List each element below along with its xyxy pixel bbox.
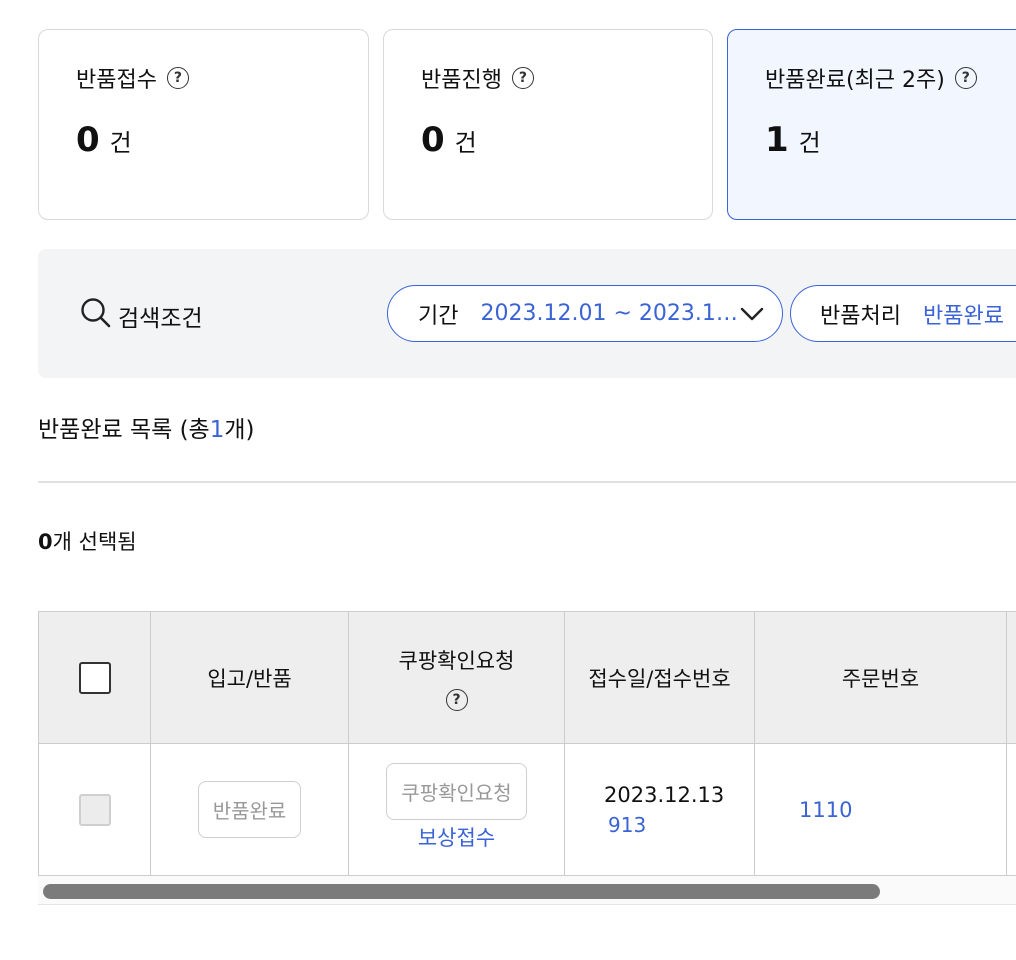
count-unit: 건 [109,129,132,157]
card-count: 0 건 [421,120,477,160]
return-complete-button[interactable]: 반품완료 [197,781,302,838]
header-label: 입고/반품 [207,666,292,691]
header-receipt: 접수일/접수번호 [565,612,755,743]
filter-label: 기간 [418,303,459,329]
card-count: 1 건 [765,120,821,160]
divider [38,481,1016,483]
row-order-cell: 1110 [755,744,1007,875]
filter-value: 반품완료 [922,303,1004,329]
count-unit: 건 [798,129,821,157]
select-all-checkbox[interactable] [78,661,111,694]
status-card-in-progress[interactable]: 반품진행 ? 0 건 [383,29,713,220]
receipt-date: 2023.12.13 [604,782,725,807]
card-count: 0 건 [76,120,132,160]
count-value: 0 [76,120,100,160]
header-confirm-request: 쿠팡확인요청 ? [349,612,565,743]
header-label: 쿠팡확인요청 [398,648,515,673]
filter-period[interactable]: 기간 2023.12.01 ~ 2023.1… [387,285,783,342]
card-title-text: 반품완료(최근 2주) [765,68,945,93]
help-icon[interactable]: ? [954,67,977,89]
header-label: 주문번호 [841,666,920,691]
compensation-link[interactable]: 보상접수 [418,822,495,852]
help-icon[interactable]: ? [445,688,468,711]
list-total-count: 1 [209,417,225,443]
status-card-completed[interactable]: 반품완료(최근 2주) ? 1 건 [727,29,1016,220]
header-label: 접수일/접수번호 [588,666,731,691]
header-order-number: 주문번호 [755,612,1007,743]
row-confirm-cell: 쿠팡확인요청 보상접수 [349,744,565,875]
table-header: 입고/반품 쿠팡확인요청 ? 접수일/접수번호 주문번호 [38,611,1016,744]
row-inout-cell: 반품완료 [151,744,349,875]
filter-value: 2023.12.01 ~ 2023.1… [480,301,738,326]
confirm-request-button[interactable]: 쿠팡확인요청 [386,763,527,820]
horizontal-scrollbar[interactable] [38,876,1016,905]
card-title: 반품접수 ? [76,62,189,94]
row-checkbox[interactable] [78,793,111,826]
row-select-cell [39,744,151,875]
selected-count: 0 [38,530,53,554]
count-value: 1 [765,120,789,160]
search-label-text: 검색조건 [118,306,203,332]
header-select-cell [39,612,151,743]
selected-count-text: 0개 선택됨 [38,526,137,556]
count-value: 0 [421,120,445,160]
card-title-text: 반품접수 [76,68,157,93]
scrollbar-thumb[interactable] [43,884,880,899]
help-icon[interactable]: ? [511,67,534,89]
row-receipt-cell: 2023.12.13 913 [565,744,755,875]
search-condition-label: 검색조건 [80,297,203,335]
chevron-down-icon [740,304,764,330]
selected-suffix: 개 선택됨 [52,530,137,554]
card-title: 반품완료(최근 2주) ? [765,62,977,94]
count-unit: 건 [454,129,477,157]
search-icon [80,297,118,335]
list-title: 반품완료 목록 (총1개) [38,410,255,444]
help-icon[interactable]: ? [166,67,189,89]
filter-return-process[interactable]: 반품처리 반품완료 [790,285,1016,342]
order-number-link[interactable]: 1110 [799,798,852,822]
card-title: 반품진행 ? [421,62,534,94]
list-title-prefix: 반품완료 목록 (총 [38,417,210,443]
card-title-text: 반품진행 [421,68,502,93]
list-title-suffix: 개) [224,417,255,443]
header-inout: 입고/반품 [151,612,349,743]
receipt-number-link[interactable]: 913 [608,813,646,837]
table-row: 반품완료 쿠팡확인요청 보상접수 2023.12.13 913 1110 [38,744,1016,876]
status-card-received[interactable]: 반품접수 ? 0 건 [38,29,369,220]
filter-label: 반품처리 [820,303,901,329]
